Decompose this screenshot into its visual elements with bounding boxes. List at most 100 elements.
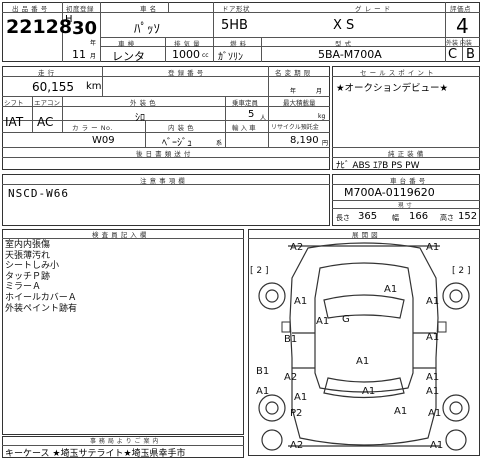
inspector-note: ホイールカバーＡ bbox=[5, 292, 77, 303]
damage-mark: A2 bbox=[290, 242, 304, 253]
mileage-unit: km bbox=[86, 81, 102, 92]
ext-grade: C bbox=[448, 47, 458, 62]
inspector-note: シートしみ小 bbox=[5, 261, 60, 272]
height-value: 152 bbox=[458, 211, 478, 222]
door-type: 5HB bbox=[221, 18, 248, 33]
office-label: 事 務 局 よ り ご 案 内 bbox=[90, 438, 159, 445]
damage-mark: A1 bbox=[294, 392, 308, 403]
month-unit: 月 bbox=[90, 53, 97, 60]
name-change-label: 名 変 期 限 bbox=[275, 69, 311, 77]
lot-no-label: 出 品 番 号 bbox=[12, 5, 48, 13]
mileage-label: 走 行 bbox=[38, 69, 55, 77]
inspector-label: 検 査 員 記 入 欄 bbox=[92, 231, 147, 239]
length-value: 365 bbox=[358, 211, 378, 222]
damage-mark: A1 bbox=[362, 386, 376, 397]
mileage-value: 60,155 bbox=[32, 80, 74, 94]
ext-color-label: 外 装 色 bbox=[130, 99, 157, 107]
damage-mark: A1 bbox=[256, 386, 270, 397]
genuine-equip-label: 純 正 装 備 bbox=[388, 150, 424, 158]
capacity-unit: 人 bbox=[260, 115, 267, 122]
damage-mark: A2 bbox=[290, 440, 304, 451]
damage-mark: A1 bbox=[426, 296, 440, 307]
chassis-value: M700A-0119620 bbox=[344, 186, 435, 199]
damage-mark: A1 bbox=[430, 440, 444, 451]
fuel-value: ｶﾞｿﾘﾝ bbox=[218, 52, 243, 63]
inspector-note: 天張薄汚れ bbox=[5, 250, 51, 261]
damage-mark: A1 bbox=[428, 408, 442, 419]
grade: X S bbox=[333, 18, 355, 33]
damage-mark: B1 bbox=[284, 334, 298, 345]
height-label: 高さ bbox=[440, 214, 454, 222]
name-change-year-unit: 年 bbox=[290, 88, 297, 95]
notes-value: NSCD-W66 bbox=[8, 187, 69, 200]
damage-mark: A1 bbox=[384, 284, 398, 295]
int-color-value: ﾍﾞｰｼﾞｭ bbox=[162, 138, 192, 149]
damage-mark: G bbox=[342, 314, 350, 325]
recycle-value: 8,190 bbox=[290, 135, 319, 146]
shift-label: シフト bbox=[4, 99, 24, 107]
inspector-note: 室内内張傷 bbox=[5, 240, 51, 250]
chassis-label: 車 台 番 号 bbox=[390, 177, 426, 185]
damage-mark: P2 bbox=[290, 408, 303, 419]
name-change-month-unit: 月 bbox=[316, 88, 323, 95]
ac-value: AC bbox=[37, 115, 54, 129]
capacity-value: 5 bbox=[248, 109, 255, 120]
inspector-note: タッチＰ跡 bbox=[5, 271, 51, 282]
int-grade: B bbox=[466, 47, 475, 62]
shaken-value: レンタ bbox=[112, 50, 145, 63]
sales-point-text: ★オークションデビュー★ bbox=[336, 83, 449, 94]
recycle-label: リサイクル預託金 bbox=[271, 124, 319, 131]
width-value: 166 bbox=[409, 211, 429, 222]
sales-point-label: セ ー ル ス ポ イ ン ト bbox=[360, 69, 434, 77]
damage-mark: A1 bbox=[294, 296, 308, 307]
int-color-unit: 系 bbox=[216, 140, 223, 147]
inspector-note: ミラーＡ bbox=[5, 282, 42, 293]
damage-mark: A1 bbox=[316, 316, 330, 327]
model-type-label: 型 式 bbox=[335, 40, 352, 48]
ext-int-label: 外装 内装 bbox=[446, 40, 472, 47]
car-name: ﾊﾟｯｿ bbox=[134, 22, 160, 37]
reg-no-label: 登 録 番 号 bbox=[168, 69, 204, 77]
model-type-value: 5BA-M700A bbox=[318, 48, 382, 61]
bracket-mark: [ 2 ] bbox=[452, 266, 471, 276]
displacement-label: 排 気 量 bbox=[174, 40, 201, 48]
office-text: キーケース ★埼玉サテライト★埼玉県幸手市 bbox=[5, 449, 186, 459]
recycle-unit: 円 bbox=[322, 140, 329, 147]
damage-mark: A1 bbox=[394, 406, 408, 417]
door-label: ドア形状 bbox=[222, 5, 250, 13]
first-reg-label: 初度登録 bbox=[66, 5, 94, 13]
max-load-label: 最大積載量 bbox=[283, 99, 316, 107]
color-no-label: カ ラ ー No. bbox=[72, 124, 113, 132]
damage-mark: A1 bbox=[426, 242, 440, 253]
lot-no: 22128 bbox=[6, 16, 73, 38]
grade-label: グ レ ー ド bbox=[355, 5, 391, 13]
displacement-unit: cc bbox=[202, 52, 209, 59]
damage-mark: B1 bbox=[256, 366, 270, 377]
damage-mark: A1 bbox=[356, 356, 370, 367]
load-unit: kg bbox=[318, 113, 326, 120]
ac-label: エアコン bbox=[34, 99, 60, 107]
ext-color-value: ｼﾛ bbox=[135, 113, 145, 124]
inspector-notes-list: 室内内張傷 天張薄汚れ シートしみ小 タッチＰ跡 ミラーＡ ホイールカバーＡ 外… bbox=[5, 240, 77, 314]
damage-mark: A1 bbox=[426, 372, 440, 383]
reg-month: 11 bbox=[72, 48, 86, 61]
color-no-value: W09 bbox=[92, 135, 115, 146]
damage-mark: A1 bbox=[426, 386, 440, 397]
rear-docs-label: 後 日 書 類 送 付 bbox=[136, 150, 191, 158]
length-label: 長さ bbox=[336, 214, 350, 222]
import-label: 輸 入 車 bbox=[232, 124, 256, 132]
damage-mark: A1 bbox=[426, 332, 440, 343]
equipment-value: ﾅﾋﾞ ABS ｴｱB PS PW bbox=[336, 161, 420, 171]
inspector-note: 外装ペイント跡有 bbox=[5, 303, 78, 314]
bracket-mark: [ 2 ] bbox=[250, 266, 269, 276]
shift-value: IAT bbox=[5, 115, 24, 129]
notes-label: 注 意 事 項 欄 bbox=[140, 177, 186, 185]
score-label: 評価点 bbox=[450, 5, 471, 13]
car-diagram bbox=[258, 242, 470, 451]
reg-year: 30 bbox=[72, 18, 98, 39]
fuel-label: 燃 料 bbox=[230, 40, 247, 48]
car-name-label: 車 名 bbox=[140, 5, 157, 13]
year-unit: 年 bbox=[90, 40, 97, 47]
score: 4 bbox=[456, 14, 469, 38]
int-color-label: 内 装 色 bbox=[168, 124, 195, 132]
